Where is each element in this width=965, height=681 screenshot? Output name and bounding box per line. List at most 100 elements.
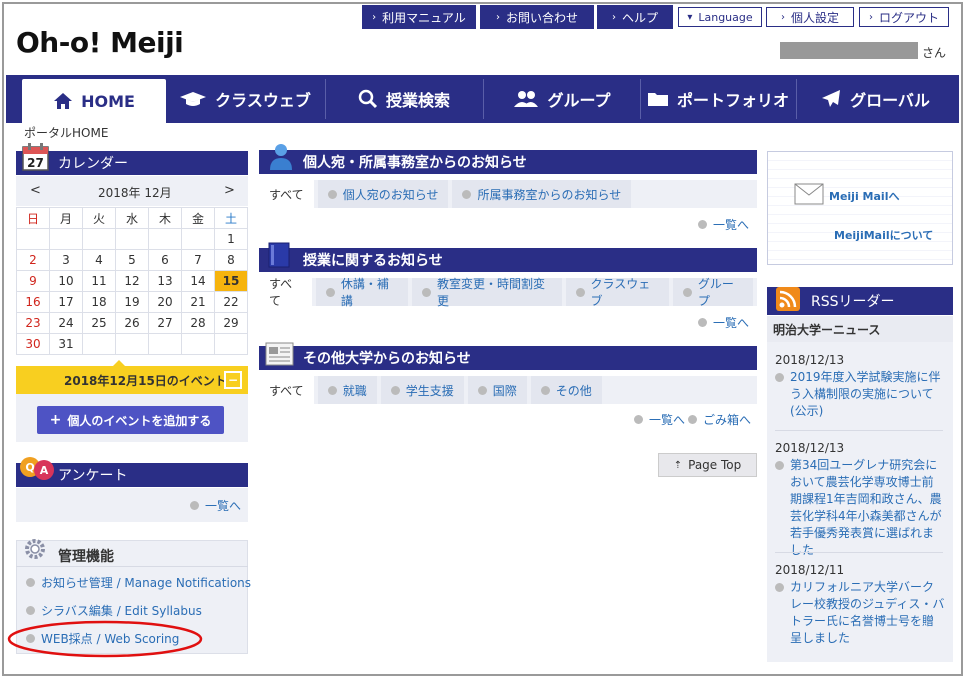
language-select[interactable]: ▾ Language (678, 7, 762, 27)
help-link[interactable]: › ヘルプ (597, 5, 673, 29)
next-month-button[interactable]: > (224, 183, 235, 198)
tab-classweb[interactable]: クラスウェブ (565, 277, 670, 308)
calendar-day[interactable]: 22 (214, 291, 248, 313)
tab-student-support[interactable]: 学生支援 (380, 376, 464, 404)
add-event-button[interactable]: + 個人のイベントを追加する (37, 406, 224, 434)
calendar-day[interactable]: 19 (115, 291, 149, 313)
tab-other[interactable]: その他 (530, 376, 602, 404)
logout-link[interactable]: › ログアウト (859, 7, 949, 27)
tab-all[interactable]: すべて (259, 180, 314, 208)
calendar-day[interactable]: 6 (148, 249, 182, 271)
manual-link[interactable]: › 利用マニュアル (362, 5, 476, 29)
meiji-mail-about-link[interactable]: MeijiMailについて (834, 227, 933, 243)
redacted-username (780, 42, 918, 59)
nav-classweb[interactable]: クラスウェブ (170, 75, 320, 123)
nav-classweb-label: クラスウェブ (215, 91, 311, 110)
calendar-day[interactable]: 28 (181, 312, 215, 334)
survey-list-label: 一覧へ (205, 499, 242, 513)
calendar-day[interactable]: 21 (181, 291, 215, 313)
calendar-day[interactable]: 16 (16, 291, 50, 313)
tab-all[interactable]: すべて (259, 277, 313, 308)
rss-item-date: 2018/12/11 (775, 563, 845, 577)
mail-icon (794, 183, 824, 205)
calendar-day[interactable]: 18 (82, 291, 116, 313)
meiji-mail-link[interactable]: Meiji Mailへ (829, 188, 899, 204)
calendar-day[interactable]: 3 (49, 249, 83, 271)
tab-room-changes[interactable]: 教室変更・時間割変更 (412, 277, 562, 308)
bullet-icon (26, 578, 35, 587)
univ-notices-header: その他大学からのお知らせ (259, 346, 757, 370)
prev-month-button[interactable]: < (30, 183, 41, 198)
collapse-icon[interactable]: − (224, 371, 242, 389)
calendar-day (148, 228, 182, 250)
admin-item-label: お知らせ管理 / Manage Notifications (41, 576, 252, 590)
calendar-month-bar: < 2018年 12月 > (16, 176, 248, 206)
admin-item-notifications[interactable]: お知らせ管理 / Manage Notifications (26, 574, 251, 591)
book-icon (268, 242, 290, 268)
calendar-day[interactable]: 9 (16, 270, 50, 292)
tab-international[interactable]: 国際 (467, 376, 527, 404)
calendar-day[interactable]: 2 (16, 249, 50, 271)
tab-cancellations[interactable]: 休講・補講 (316, 277, 409, 308)
bullet-icon (190, 501, 199, 510)
calendar-day[interactable]: 14 (181, 270, 215, 292)
bullet-icon (26, 606, 35, 615)
tab-career[interactable]: 就職 (317, 376, 377, 404)
calendar-day[interactable]: 17 (49, 291, 83, 313)
calendar-day[interactable]: 15 (214, 270, 248, 292)
calendar-day[interactable]: 11 (82, 270, 116, 292)
calendar-day[interactable]: 13 (148, 270, 182, 292)
rss-item[interactable]: 2018/12/11 カリフォルニア大学バークレー校教授のジュディス・バトラー氏… (775, 562, 945, 647)
survey-list-link[interactable]: 一覧へ (190, 497, 241, 514)
tab-group[interactable]: グループ (673, 277, 753, 308)
tab-label: すべて (269, 277, 293, 308)
rss-item[interactable]: 2018/12/13 2019年度入学試験実施に伴う入構制限の実施について(公示… (775, 352, 945, 420)
nav-home[interactable]: HOME (22, 79, 166, 123)
calendar-day[interactable]: 7 (181, 249, 215, 271)
site-logo[interactable]: Oh-o! Meiji (16, 26, 184, 59)
calendar-day[interactable]: 26 (115, 312, 149, 334)
calendar-day[interactable]: 27 (148, 312, 182, 334)
tab-office[interactable]: 所属事務室からのお知らせ (452, 180, 632, 208)
nav-portfolio[interactable]: ポートフォリオ (643, 75, 793, 123)
bullet-icon (326, 287, 335, 297)
nav-home-label: HOME (81, 91, 135, 111)
contact-link[interactable]: › お問い合わせ (480, 5, 594, 29)
univ-notices-list-link[interactable]: 一覧へ (634, 411, 685, 428)
calendar-day[interactable]: 1 (214, 228, 248, 250)
divider (16, 566, 248, 567)
tab-label: すべて (269, 187, 304, 202)
rss-item[interactable]: 2018/12/13 第34回ユーグレナ研究会において農芸化学専攻博士前期課程1… (775, 440, 945, 559)
nav-group[interactable]: グループ (486, 75, 638, 123)
page-top-button[interactable]: ⇡ Page Top (658, 453, 757, 477)
trash-link[interactable]: ごみ箱へ (688, 411, 751, 428)
calendar-day[interactable]: 10 (49, 270, 83, 292)
calendar-day[interactable]: 24 (49, 312, 83, 334)
weekday-header: 木 (148, 207, 182, 229)
univ-notices-tabs: すべて 就職 学生支援 国際 その他 (259, 376, 757, 404)
class-notices-list-link[interactable]: 一覧へ (698, 314, 749, 331)
calendar-day[interactable]: 8 (214, 249, 248, 271)
calendar-day[interactable]: 20 (148, 291, 182, 313)
nav-portfolio-label: ポートフォリオ (676, 91, 789, 110)
calendar-day[interactable]: 30 (16, 333, 50, 355)
calendar-day[interactable]: 4 (82, 249, 116, 271)
calendar-day[interactable]: 25 (82, 312, 116, 334)
bullet-icon (775, 583, 784, 592)
search-icon (358, 89, 378, 109)
nav-global[interactable]: グローバル (799, 75, 951, 123)
calendar-day[interactable]: 31 (49, 333, 83, 355)
calendar-day[interactable]: 12 (115, 270, 149, 292)
settings-link[interactable]: › 個人設定 (766, 7, 854, 27)
personal-notices-list-link[interactable]: 一覧へ (698, 216, 749, 233)
admin-item-syllabus[interactable]: シラバス編集 / Edit Syllabus (26, 602, 202, 619)
nav-search[interactable]: 授業検索 (328, 75, 480, 123)
tab-all[interactable]: すべて (259, 376, 314, 404)
language-label: Language (698, 10, 753, 24)
tab-personal[interactable]: 個人宛のお知らせ (317, 180, 449, 208)
calendar-day[interactable]: 29 (214, 312, 248, 334)
tab-label: 個人宛のお知らせ (342, 187, 439, 202)
breadcrumb: ポータルHOME (24, 126, 109, 140)
calendar-day[interactable]: 5 (115, 249, 149, 271)
calendar-day[interactable]: 23 (16, 312, 50, 334)
